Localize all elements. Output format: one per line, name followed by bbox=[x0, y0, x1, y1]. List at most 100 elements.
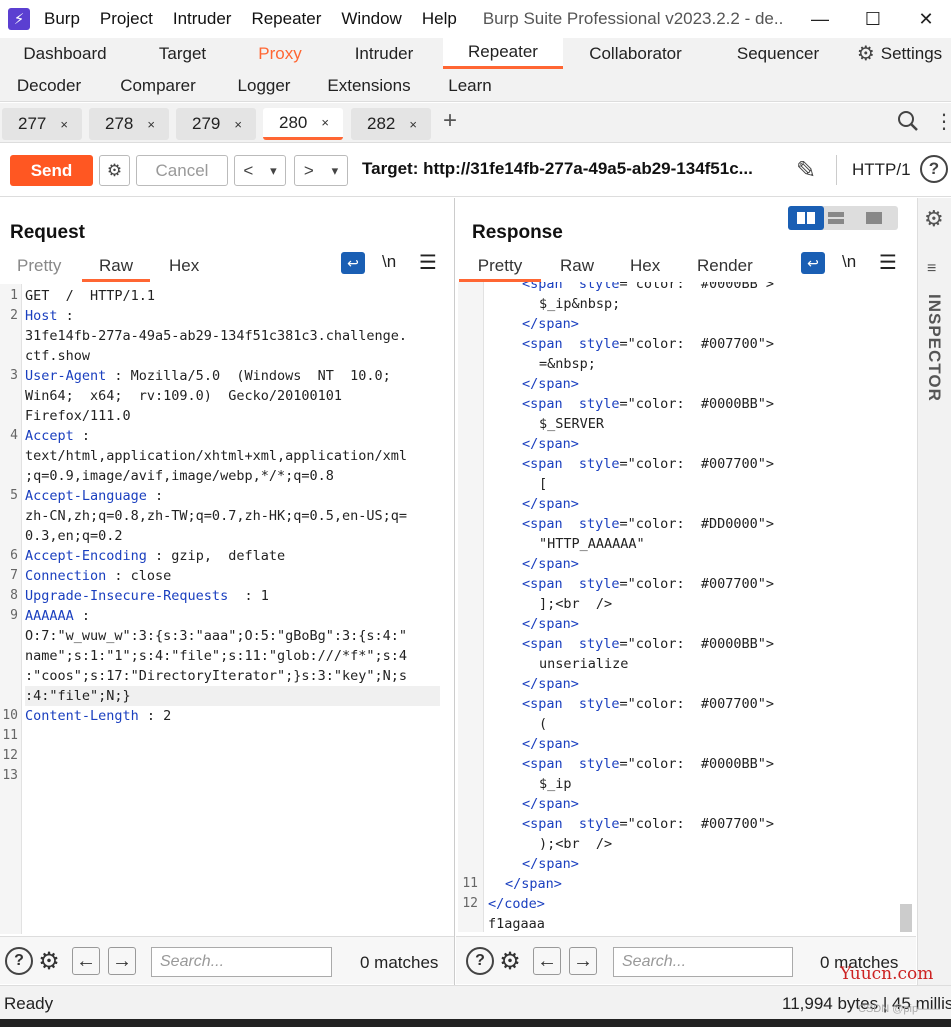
line-text: : Mozilla/5.0 (Windows NT 10.0; bbox=[106, 368, 391, 384]
tab-sequencer[interactable]: Sequencer bbox=[708, 38, 848, 69]
html-attr: style bbox=[578, 756, 620, 772]
request-tab-raw[interactable]: Raw bbox=[82, 256, 150, 282]
menu-window[interactable]: Window bbox=[341, 9, 401, 29]
request-tab-278[interactable]: 278 × bbox=[89, 108, 169, 140]
response-line: </span> bbox=[522, 374, 579, 394]
close-tab-icon[interactable]: × bbox=[147, 117, 155, 132]
back-history-dropdown-icon[interactable]: ▾ bbox=[270, 163, 277, 179]
response-menu-icon[interactable]: ☰ bbox=[879, 250, 897, 275]
response-help-icon[interactable]: ? bbox=[466, 947, 494, 975]
response-scrollbar-thumb[interactable] bbox=[900, 904, 912, 932]
minimize-icon[interactable]: — bbox=[795, 0, 845, 38]
tab-intruder[interactable]: Intruder bbox=[325, 38, 443, 69]
response-show-newlines-toggle[interactable]: \n bbox=[842, 252, 856, 272]
line-text: zh-CN,zh;q=0.8,zh-TW;q=0.7,zh-HK;q=0.5,e… bbox=[25, 508, 408, 524]
send-button[interactable]: Send bbox=[10, 155, 93, 186]
html-close-tag: </span> bbox=[522, 796, 579, 812]
line-number bbox=[0, 466, 18, 486]
menu-help[interactable]: Help bbox=[422, 9, 457, 29]
inspector-sidebar[interactable]: ⚙ ≡ INSPECTOR bbox=[917, 198, 951, 985]
line-text: GET / HTTP/1.1 bbox=[25, 288, 156, 304]
line-number bbox=[460, 714, 478, 734]
close-tab-icon[interactable]: × bbox=[60, 117, 68, 132]
response-tab-hex[interactable]: Hex bbox=[630, 256, 660, 276]
line-number: 9 bbox=[10, 608, 18, 623]
response-line: </span> bbox=[522, 734, 579, 754]
request-tab-label: 277 bbox=[18, 114, 47, 133]
tab-collaborator[interactable]: Collaborator bbox=[563, 38, 708, 69]
line-number bbox=[460, 914, 478, 932]
add-tab-icon[interactable]: + bbox=[443, 107, 457, 135]
response-word-wrap-icon[interactable]: ↩ bbox=[801, 252, 825, 274]
tab-dashboard[interactable]: Dashboard bbox=[0, 38, 130, 69]
close-tab-icon[interactable]: × bbox=[321, 115, 329, 130]
close-window-icon[interactable]: ✕ bbox=[901, 0, 951, 38]
line-number bbox=[460, 654, 478, 674]
response-line: <span style="color: #0000BB"> bbox=[522, 634, 774, 654]
request-search-settings-gear-icon[interactable]: ⚙ bbox=[35, 947, 63, 975]
send-settings-gear-icon[interactable]: ⚙ bbox=[99, 155, 130, 186]
tab-extensions[interactable]: Extensions bbox=[310, 70, 428, 101]
forward-button[interactable]: > ▾ bbox=[294, 155, 348, 186]
more-options-icon[interactable]: ⋮ bbox=[934, 109, 951, 134]
forward-history-dropdown-icon[interactable]: ▾ bbox=[332, 163, 339, 179]
response-search-input[interactable]: Search... bbox=[613, 947, 793, 977]
html-attr: style bbox=[578, 282, 620, 292]
response-tab-raw[interactable]: Raw bbox=[560, 256, 594, 276]
request-tab-277[interactable]: 277 × bbox=[2, 108, 82, 140]
http-version-selector[interactable]: HTTP/1 bbox=[852, 160, 911, 180]
response-tab-pretty[interactable]: Pretty bbox=[459, 256, 541, 282]
tab-decoder[interactable]: Decoder bbox=[0, 70, 98, 101]
tab-learn[interactable]: Learn bbox=[428, 70, 512, 101]
menu-project[interactable]: Project bbox=[100, 9, 153, 29]
layout-top-bottom-icon[interactable] bbox=[828, 212, 844, 224]
close-tab-icon[interactable]: × bbox=[234, 117, 242, 132]
line-number bbox=[460, 774, 478, 794]
request-search-input[interactable]: Search... bbox=[151, 947, 332, 977]
search-icon[interactable] bbox=[896, 109, 920, 133]
back-button[interactable]: < ▾ bbox=[234, 155, 286, 186]
response-tab-render[interactable]: Render bbox=[697, 256, 753, 276]
line-number bbox=[460, 414, 478, 434]
request-search-next-arrow-icon[interactable]: → bbox=[108, 947, 136, 975]
response-editor[interactable]: <span style="color: #0000BB"> $_ip&nbsp; <… bbox=[458, 282, 914, 932]
word-wrap-icon[interactable]: ↩ bbox=[341, 252, 365, 274]
inspector-gear-icon[interactable]: ⚙ bbox=[924, 206, 944, 232]
menu-repeater[interactable]: Repeater bbox=[251, 9, 321, 29]
response-search-next-arrow-icon[interactable]: → bbox=[569, 947, 597, 975]
line-number bbox=[460, 354, 478, 374]
response-line: </span> bbox=[522, 614, 579, 634]
response-search-settings-gear-icon[interactable]: ⚙ bbox=[496, 947, 524, 975]
request-line: text/html,application/xhtml+xml,applicat… bbox=[25, 446, 407, 466]
tab-comparer[interactable]: Comparer bbox=[98, 70, 218, 101]
tab-logger[interactable]: Logger bbox=[218, 70, 310, 101]
response-line: <span style="color: #0000BB"> bbox=[522, 282, 774, 294]
request-tab-279[interactable]: 279 × bbox=[176, 108, 256, 140]
request-tab-280[interactable]: 280 × bbox=[263, 108, 343, 140]
request-menu-icon[interactable]: ☰ bbox=[419, 250, 437, 275]
request-help-icon[interactable]: ? bbox=[5, 947, 33, 975]
tab-proxy[interactable]: Proxy bbox=[235, 38, 325, 69]
help-icon[interactable]: ? bbox=[920, 155, 948, 183]
cancel-button[interactable]: Cancel bbox=[136, 155, 228, 186]
menu-intruder[interactable]: Intruder bbox=[173, 9, 232, 29]
response-search-prev-arrow-icon[interactable]: ← bbox=[533, 947, 561, 975]
edit-target-pencil-icon[interactable]: ✎ bbox=[796, 156, 816, 185]
maximize-icon[interactable]: ☐ bbox=[848, 0, 898, 38]
request-editor[interactable]: 1 GET / HTTP/1.1 2 Host : 31fe14fb-277a-49a5… bbox=[0, 284, 454, 934]
close-tab-icon[interactable]: × bbox=[409, 117, 417, 132]
request-search-prev-arrow-icon[interactable]: ← bbox=[72, 947, 100, 975]
request-tab-pretty[interactable]: Pretty bbox=[17, 256, 61, 276]
show-newlines-toggle[interactable]: \n bbox=[382, 252, 396, 272]
tab-target[interactable]: Target bbox=[130, 38, 235, 69]
request-line: User-Agent : Mozilla/5.0 (Windows NT 10.… bbox=[25, 366, 391, 386]
menu-burp[interactable]: Burp bbox=[44, 9, 80, 29]
inspector-label[interactable]: INSPECTOR bbox=[924, 294, 944, 402]
inspector-menu-icon[interactable]: ≡ bbox=[927, 260, 936, 278]
layout-tabs-icon[interactable] bbox=[866, 212, 882, 224]
tab-repeater[interactable]: Repeater bbox=[443, 38, 563, 69]
tab-settings[interactable]: ⚙ Settings bbox=[848, 38, 951, 69]
layout-side-by-side-icon[interactable] bbox=[788, 206, 824, 230]
request-tab-282[interactable]: 282 × bbox=[351, 108, 431, 140]
request-tab-hex[interactable]: Hex bbox=[169, 256, 199, 276]
